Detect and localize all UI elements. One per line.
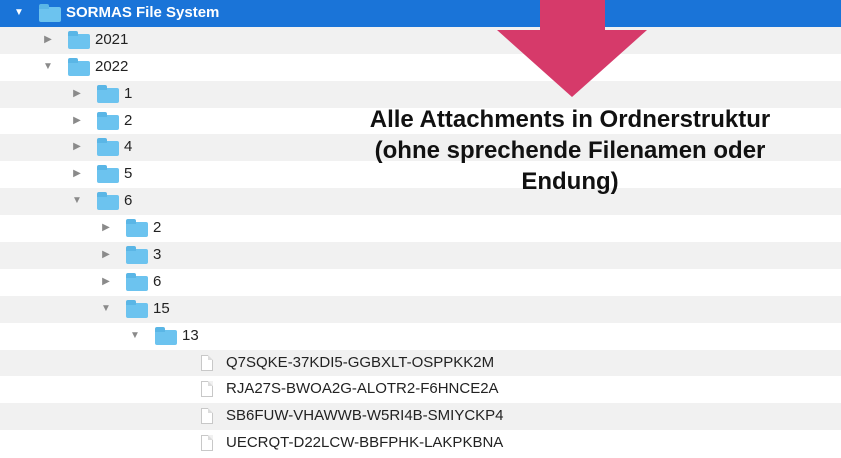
disclosure-expanded-icon[interactable]: ▼ bbox=[99, 296, 113, 323]
file-row[interactable]: SB6FUW-VHAWWB-W5RI4B-SMIYCKP4 bbox=[0, 403, 841, 431]
folder-icon bbox=[126, 272, 148, 291]
folder-label: 2 bbox=[124, 111, 133, 129]
file-tree: ▼ SORMAS File System ▶ 2021 ▼ 2022 ▶ 1 ▶ 2 ▶ 4 ▶ 5 ▼ 6 ▶… bbox=[0, 0, 841, 458]
file-label: SB6FUW-VHAWWB-W5RI4B-SMIYCKP4 bbox=[226, 407, 504, 425]
folder-label: 6 bbox=[124, 192, 133, 210]
annotation-text: Alle Attachments in Ordnerstruktur (ohne… bbox=[369, 106, 771, 195]
disclosure-expanded-icon[interactable]: ▼ bbox=[12, 0, 26, 27]
folder-row[interactable]: ▶ 2 bbox=[0, 215, 841, 243]
folder-icon bbox=[39, 4, 61, 22]
folder-icon bbox=[97, 192, 119, 211]
disclosure-expanded-icon[interactable]: ▼ bbox=[128, 323, 142, 350]
folder-label: SORMAS File System bbox=[66, 4, 220, 21]
folder-icon bbox=[126, 219, 148, 238]
disclosure-collapsed-icon[interactable]: ▶ bbox=[99, 269, 113, 296]
folder-row[interactable]: ▼ 13 bbox=[0, 322, 841, 350]
folder-label: 5 bbox=[124, 165, 133, 183]
folder-row[interactable]: ▼ 15 bbox=[0, 295, 841, 323]
folder-label: 15 bbox=[153, 299, 170, 317]
folder-row[interactable]: ▶ 3 bbox=[0, 242, 841, 269]
file-icon bbox=[201, 354, 213, 371]
file-icon bbox=[201, 381, 213, 398]
folder-icon bbox=[97, 84, 119, 103]
disclosure-expanded-icon[interactable]: ▼ bbox=[41, 54, 55, 81]
folder-row[interactable]: ▼ SORMAS File System bbox=[0, 0, 841, 27]
file-icon bbox=[201, 435, 213, 452]
folder-icon bbox=[68, 57, 90, 76]
disclosure-collapsed-icon[interactable]: ▶ bbox=[99, 215, 113, 242]
disclosure-collapsed-icon[interactable]: ▶ bbox=[70, 81, 84, 108]
folder-label: 2 bbox=[153, 219, 162, 237]
folder-label: 6 bbox=[153, 272, 162, 290]
folder-label: 13 bbox=[182, 326, 199, 344]
folder-row[interactable]: ▶ 6 bbox=[0, 268, 841, 296]
file-label: UECRQT-D22LCW-BBFPHK-LAKPKBNA bbox=[226, 434, 504, 452]
folder-icon bbox=[68, 30, 90, 49]
file-label: RJA27S-BWOA2G-ALOTR2-F6HNCE2A bbox=[226, 380, 499, 398]
folder-label: 2021 bbox=[95, 30, 129, 48]
folder-row[interactable]: ▶ 2021 bbox=[0, 26, 841, 54]
file-row[interactable]: UECRQT-D22LCW-BBFPHK-LAKPKBNA bbox=[0, 430, 841, 458]
disclosure-collapsed-icon[interactable]: ▶ bbox=[70, 161, 84, 188]
folder-icon bbox=[155, 326, 177, 345]
folder-icon bbox=[126, 299, 148, 318]
folder-icon bbox=[126, 246, 148, 265]
folder-row[interactable]: ▼ 2022 bbox=[0, 53, 841, 81]
disclosure-collapsed-icon[interactable]: ▶ bbox=[41, 27, 55, 54]
folder-icon bbox=[97, 111, 119, 130]
folder-icon bbox=[97, 138, 119, 157]
file-icon bbox=[201, 408, 213, 425]
folder-icon bbox=[97, 165, 119, 184]
folder-label: 2022 bbox=[95, 57, 129, 75]
file-row[interactable]: Q7SQKE-37KDI5-GGBXLT-OSPPKK2M bbox=[0, 349, 841, 377]
disclosure-collapsed-icon[interactable]: ▶ bbox=[99, 242, 113, 269]
folder-label: 3 bbox=[153, 246, 162, 264]
disclosure-collapsed-icon[interactable]: ▶ bbox=[70, 108, 84, 135]
folder-label: 1 bbox=[124, 84, 133, 102]
disclosure-collapsed-icon[interactable]: ▶ bbox=[70, 134, 84, 161]
file-label: Q7SQKE-37KDI5-GGBXLT-OSPPKK2M bbox=[226, 353, 495, 371]
file-row[interactable]: RJA27S-BWOA2G-ALOTR2-F6HNCE2A bbox=[0, 376, 841, 404]
disclosure-expanded-icon[interactable]: ▼ bbox=[70, 188, 84, 215]
folder-label: 4 bbox=[124, 138, 133, 156]
